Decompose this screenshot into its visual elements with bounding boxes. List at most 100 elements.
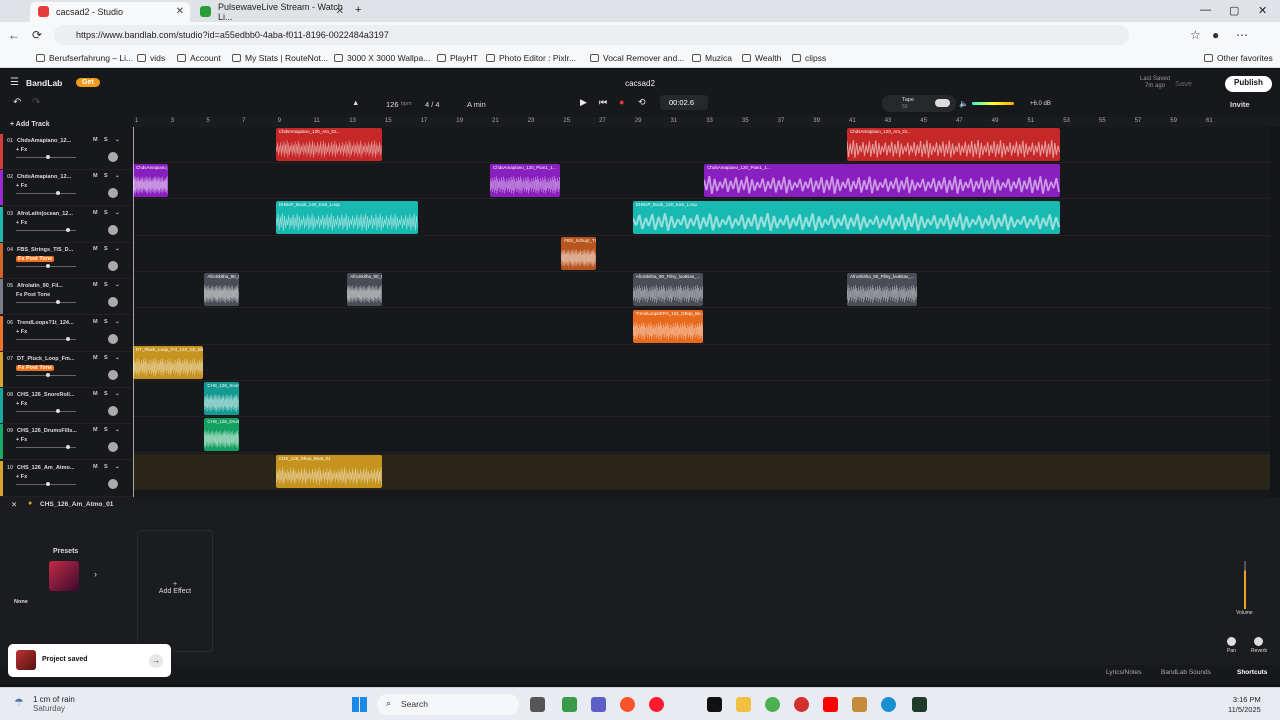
track-fx[interactable]: Fx Post Tone [16,364,55,371]
menu-icon[interactable]: ⋯ [1236,28,1248,42]
mute-button[interactable]: M [93,246,98,252]
audio-clip[interactable]: ChdsAmapiano_120_Pian1_1... [704,164,1061,198]
mute-button[interactable]: M [93,355,98,361]
audio-clip[interactable]: ChdsAmapiano_120_Pian1_1... [490,164,561,198]
track-lane[interactable] [133,163,1270,200]
terminal-icon[interactable] [912,697,927,712]
track-pan-knob[interactable] [108,369,118,380]
chevron-down-icon[interactable]: ⌄ [115,282,120,288]
tab-studio[interactable]: cacsad2 - Studio ✕ [30,2,190,22]
mute-button[interactable]: M [93,391,98,397]
track-pan-knob[interactable] [108,333,118,344]
lyrics-notes-button[interactable]: Lyrics/Notes [1106,669,1142,676]
bookmark-item[interactable]: Photo Editor : Pixlr... [486,53,576,63]
track-pan-knob[interactable] [108,297,118,308]
chevron-down-icon[interactable]: ⌄ [115,427,120,433]
get-button[interactable]: Get [76,78,100,87]
bandlab-sounds-button[interactable]: BandLab Sounds [1161,669,1211,676]
teams-icon[interactable] [591,697,606,712]
windows-start-icon[interactable] [352,697,367,712]
close-panel-icon[interactable]: ✕ [11,500,17,509]
refresh-icon[interactable]: ⟳ [32,28,42,42]
solo-button[interactable]: S [104,137,108,143]
save-button[interactable]: Save [1175,79,1192,88]
track-name[interactable]: CHS_126_DrumsFills... [17,428,77,434]
track-pan-knob[interactable] [108,152,118,162]
task-view-icon[interactable] [530,697,545,712]
track-fx[interactable]: + Fx [16,401,27,407]
track-header[interactable]: TrendLoops?1t_124... + Fx M S ⌄ 06 [0,315,133,352]
track-name[interactable]: CHS_126_SnoreRoll... [17,392,77,398]
invite-button[interactable]: Invite [1230,100,1250,109]
track-name[interactable]: ChdsAmapiano_12... [17,174,77,180]
track-pan-knob[interactable] [108,260,118,271]
bookmark-item[interactable]: PlayHT [437,53,478,63]
track-lane[interactable] [133,417,1270,454]
audio-clip[interactable]: CHS_126_Shou_Beat_01 [275,454,382,488]
track-name[interactable]: CHS_126_Am_Atmo... [17,465,77,471]
play-icon[interactable]: ▶ [580,97,587,108]
solo-button[interactable]: S [104,210,108,216]
maximize-icon[interactable]: ▢ [1229,4,1239,17]
audio-clip[interactable]: DHBsP_Book_120_Kick_Loop [632,200,1061,234]
audio-clip[interactable]: AfroSkitha_90_Filtry_looBras_... [347,273,382,307]
loop-icon[interactable]: ⟲ [638,97,646,108]
solo-button[interactable]: S [104,319,108,325]
track-name[interactable]: FBS_Strings_TIS_D... [17,247,77,253]
audio-clip[interactable]: CHS_126_DrumsFills_01 [204,418,240,452]
tape-toggle[interactable] [935,99,950,107]
close-tab-icon[interactable]: ✕ [176,6,184,17]
mute-button[interactable]: M [93,173,98,179]
mute-button[interactable]: M [93,137,98,143]
time-display[interactable]: 00:02.6 [660,95,708,110]
track-header[interactable]: CHS_126_Am_Atmo... + Fx M S ⌄ 10 [0,460,133,497]
track-lane[interactable] [133,236,1270,272]
solo-button[interactable]: S [104,282,108,288]
back-icon[interactable]: ← [8,28,20,42]
chrome-icon[interactable] [765,697,780,712]
audio-clip[interactable]: CHS_126_SnoreRoll_01 [204,382,240,416]
preset-select[interactable]: None [14,599,28,605]
key-selector[interactable]: A min [467,100,486,109]
bookmark-item[interactable]: My Stats | RouteNot... [232,53,328,63]
edge-icon[interactable] [881,697,896,712]
track-volume-slider[interactable] [16,336,76,341]
close-window-icon[interactable]: ✕ [1258,4,1267,17]
chevron-down-icon[interactable]: ⌄ [115,137,120,143]
chevron-down-icon[interactable]: ⌄ [115,210,120,216]
track-fx[interactable]: Fx Post Tone [16,292,50,298]
audio-clip[interactable]: AfroSkitha_90_Filtry_looBras_... [632,273,704,307]
track-header[interactable]: AfroLatin(ocean_12... + Fx M S ⌄ 03 [0,206,133,243]
close-tab-icon[interactable]: ✕ [336,6,344,17]
track-pan-knob[interactable] [108,188,118,199]
track-name[interactable]: ChdsAmapiano_12... [17,138,77,144]
mute-button[interactable]: M [93,282,98,288]
profile-icon[interactable]: ● [1212,28,1219,42]
hamburger-icon[interactable]: ☰ [10,77,19,88]
track-fx[interactable]: + Fx [16,147,27,153]
chevron-right-icon[interactable]: › [94,569,97,579]
volume-fader[interactable] [1244,561,1246,609]
favorites-icon[interactable]: ☆ [1190,28,1201,42]
pan-knob[interactable] [1227,637,1236,646]
new-tab-button[interactable]: + [355,4,361,16]
track-volume-slider[interactable] [16,445,76,450]
track-fx[interactable]: + Fx [16,183,27,189]
add-track-button[interactable]: + Add Track [10,121,50,128]
minimize-icon[interactable]: — [1200,4,1211,16]
redo-icon[interactable]: ↷ [32,97,40,108]
track-header[interactable]: DT_Pluck_Loop_Fm... Fx Post Tone M S ⌄ 07 [0,351,133,388]
brave-icon[interactable] [620,697,635,712]
solo-button[interactable]: S [104,427,108,433]
arrow-right-icon[interactable]: → [149,654,163,668]
bookmark-item[interactable]: Berufserfahrung – Li... [36,53,133,63]
track-header[interactable]: ChdsAmapiano_12... + Fx M S ⌄ 01 [0,134,133,170]
track-volume-slider[interactable] [16,155,76,159]
solo-button[interactable]: S [104,173,108,179]
audio-clip[interactable]: AfroSkitha_90_Filtry_looBras_... [204,273,240,307]
project-title[interactable]: cacsad2 [600,79,680,88]
bandlab-logo[interactable]: BandLab [26,78,62,88]
track-fx[interactable]: + Fx [16,220,27,226]
record-icon[interactable]: ● [619,97,624,107]
solo-button[interactable]: S [104,246,108,252]
